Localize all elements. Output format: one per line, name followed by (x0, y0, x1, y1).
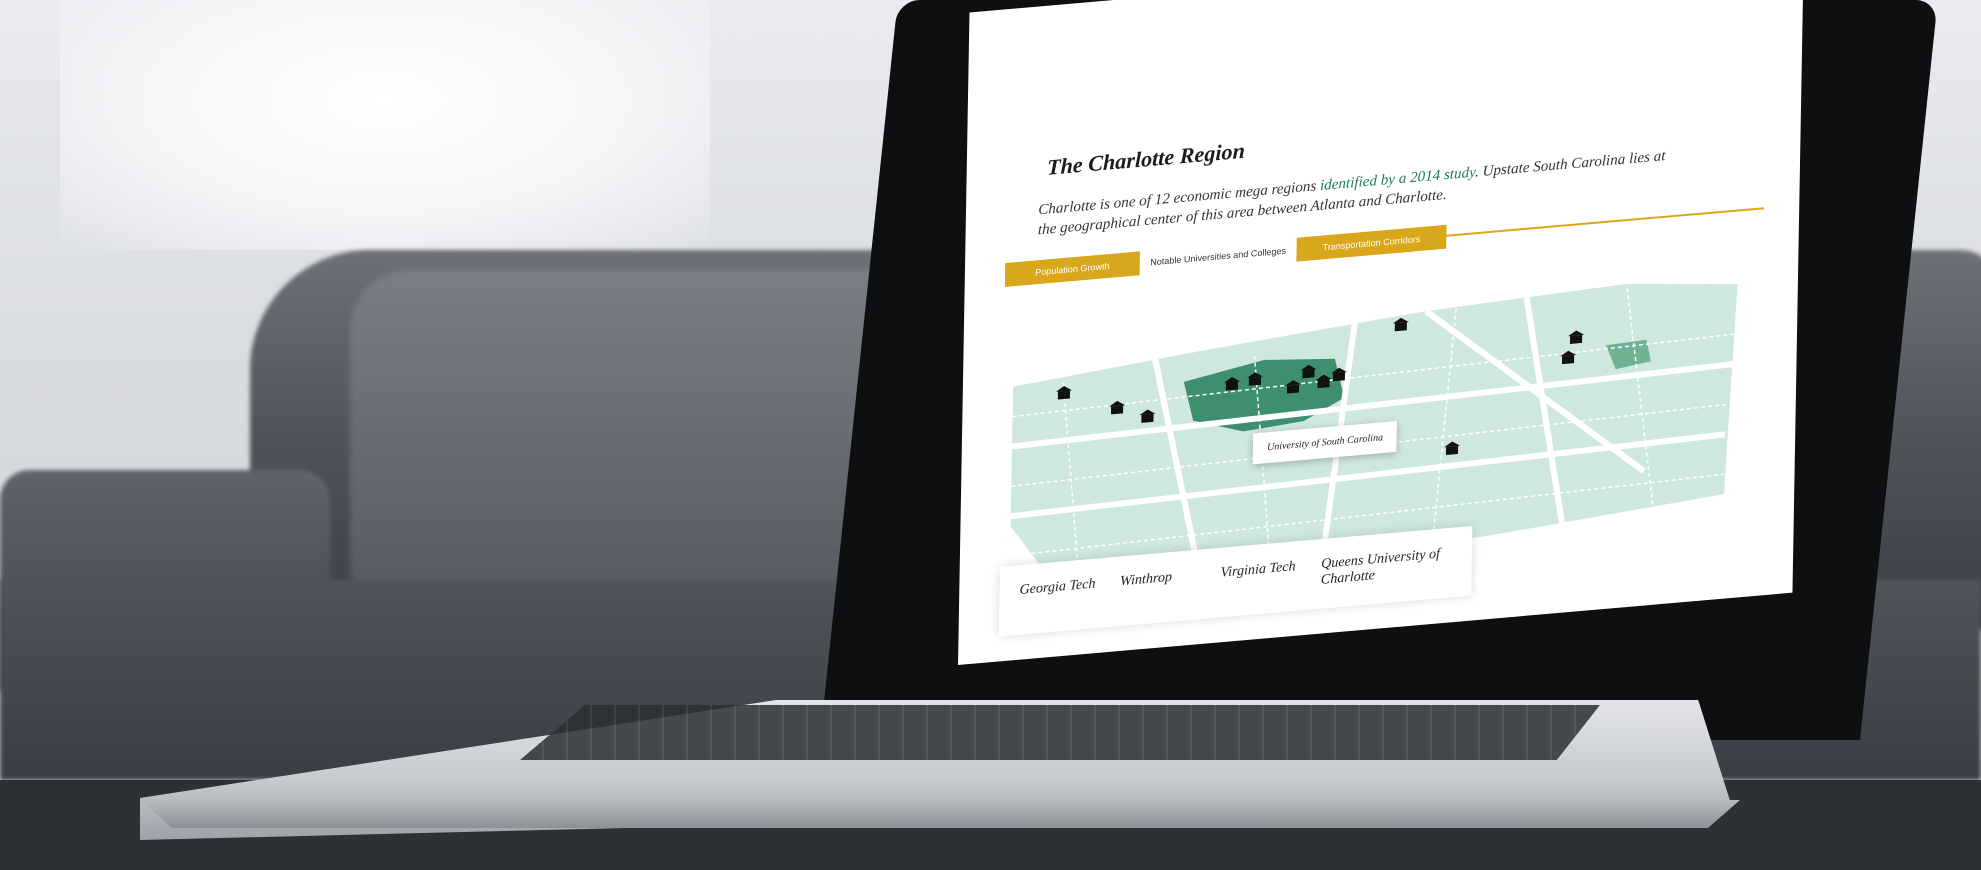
tab-universities[interactable]: Notable Universities and Colleges (1136, 237, 1301, 275)
laptop-keyboard (520, 705, 1600, 760)
background-window (60, 0, 710, 250)
page-title: The Charlotte Region (1046, 137, 1246, 180)
tab-population-growth[interactable]: Population Growth (1004, 251, 1140, 287)
university-marker-icon[interactable] (1110, 405, 1124, 415)
university-marker-icon[interactable] (1225, 381, 1239, 391)
laptop-screen: The Charlotte Region Charlotte is one of… (958, 0, 1804, 666)
university-marker-icon[interactable] (1302, 369, 1315, 379)
university-item[interactable]: Virginia Tech (1220, 557, 1321, 582)
university-marker-icon[interactable] (1141, 413, 1154, 423)
university-marker-icon[interactable] (1561, 355, 1575, 365)
university-marker-icon[interactable] (1332, 372, 1346, 382)
university-item[interactable]: Winthrop (1120, 566, 1221, 591)
university-marker-icon[interactable] (1569, 334, 1583, 344)
university-marker-icon[interactable] (1248, 376, 1262, 386)
tab-transportation[interactable]: Transportation Corridors (1296, 224, 1447, 262)
laptop-base-edge (140, 800, 1740, 828)
university-marker-icon[interactable] (1445, 445, 1459, 455)
university-item[interactable]: Georgia Tech (1019, 574, 1120, 599)
intro-study-link[interactable]: identified by a 2014 study (1320, 165, 1475, 194)
university-marker-icon[interactable] (1317, 379, 1330, 389)
university-marker-icon[interactable] (1286, 384, 1300, 394)
university-item[interactable]: Queens University of Charlotte (1321, 545, 1462, 589)
tab-underline (1422, 207, 1765, 239)
university-marker-icon[interactable] (1057, 390, 1071, 400)
university-marker-icon[interactable] (1394, 322, 1407, 332)
